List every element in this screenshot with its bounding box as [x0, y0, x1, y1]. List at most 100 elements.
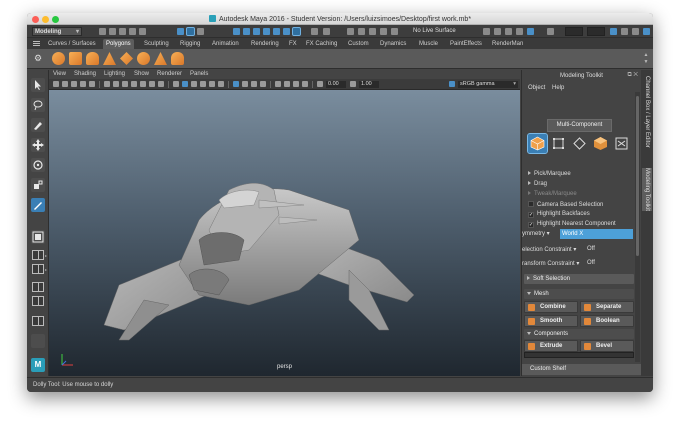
four-view-layout-button[interactable] — [32, 250, 44, 260]
exposure-field[interactable]: 0.00 — [326, 81, 346, 88]
scale-tool-button[interactable] — [31, 178, 45, 192]
edge-mode-button[interactable] — [570, 134, 589, 153]
highlight-selection-icon[interactable] — [323, 28, 330, 35]
poly-cylinder-icon[interactable] — [86, 52, 99, 65]
toolkit-horizontal-scrollbar[interactable] — [524, 352, 634, 358]
tab-curves-surfaces[interactable]: Curves / Surfaces — [45, 39, 99, 49]
two-d-pan-icon[interactable] — [80, 81, 86, 87]
layout-menu-arrow-2[interactable]: ▸ — [45, 267, 48, 272]
view-transform-select[interactable]: sRGB gamma — [458, 81, 518, 88]
transform-constraint-select[interactable]: Off — [587, 260, 595, 266]
resolution-gate-icon[interactable] — [122, 81, 128, 87]
multi-component-button[interactable]: Multi-Component — [547, 119, 612, 132]
render-view-icon[interactable] — [527, 28, 534, 35]
smooth-button[interactable]: Smooth — [524, 315, 578, 327]
tab-polygons[interactable]: Polygons — [103, 39, 134, 49]
single-perspective-layout-button[interactable] — [31, 230, 45, 244]
render-icon[interactable] — [483, 28, 490, 35]
film-gate-icon[interactable] — [113, 81, 119, 87]
vertex-mode-button[interactable] — [549, 134, 568, 153]
tab-dynamics[interactable]: Dynamics — [377, 39, 409, 49]
snap-point-icon[interactable] — [369, 28, 376, 35]
combine-button[interactable]: Combine — [524, 301, 578, 313]
exposure-icon[interactable] — [317, 81, 323, 87]
custom-layout-button[interactable] — [31, 334, 45, 348]
ipr-render-icon[interactable] — [494, 28, 501, 35]
menu-shading[interactable]: Shading — [74, 71, 96, 77]
xray-joints-icon[interactable] — [293, 81, 299, 87]
mask-icon-7[interactable] — [292, 27, 301, 36]
tab-painteffects[interactable]: PaintEffects — [447, 39, 485, 49]
select-object-icon[interactable] — [186, 27, 195, 36]
tab-fx[interactable]: FX — [286, 39, 300, 49]
snap-grid-icon[interactable] — [347, 28, 354, 35]
grease-pencil-icon[interactable] — [89, 81, 95, 87]
lasso-tool-button[interactable] — [31, 98, 45, 112]
uv-mode-button[interactable] — [612, 134, 631, 153]
color-management-icon[interactable] — [449, 81, 455, 87]
transform-y-field[interactable] — [587, 27, 605, 36]
outliner-layout-button[interactable] — [32, 316, 44, 326]
depth-of-field-icon[interactable] — [260, 81, 266, 87]
save-scene-icon[interactable] — [119, 28, 126, 35]
perspective-viewport[interactable]: persp — [49, 90, 520, 376]
mask-icon-3[interactable] — [253, 28, 260, 35]
tab-sculpting[interactable]: Sculpting — [141, 39, 172, 49]
highlight-nearest-checkbox[interactable]: ✓ Highlight Nearest Component — [528, 221, 616, 228]
tab-rendering[interactable]: Rendering — [248, 39, 282, 49]
bookmarks-icon[interactable] — [62, 81, 68, 87]
smooth-shade-icon[interactable] — [182, 81, 188, 87]
components-section[interactable]: Components — [524, 329, 634, 339]
selection-constraint-select[interactable]: Off — [587, 246, 595, 252]
persp-graph-layout-button[interactable] — [32, 282, 44, 292]
undo-icon[interactable] — [129, 28, 136, 35]
boolean-button[interactable]: Boolean — [580, 315, 634, 327]
tab-rigging[interactable]: Rigging — [177, 39, 203, 49]
poly-torus-icon[interactable] — [137, 52, 150, 65]
toolkit-menu-help[interactable]: Help — [552, 85, 564, 91]
poly-pyramid-icon[interactable] — [154, 52, 167, 65]
mask-icon-2[interactable] — [243, 28, 250, 35]
menu-set-selector[interactable]: Modeling — [32, 27, 82, 36]
wireframe-icon[interactable] — [173, 81, 179, 87]
open-scene-icon[interactable] — [109, 28, 116, 35]
safe-title-icon[interactable] — [158, 81, 164, 87]
redo-icon[interactable] — [139, 28, 146, 35]
paint-select-tool-button[interactable] — [31, 118, 45, 132]
safe-action-icon[interactable] — [149, 81, 155, 87]
extrude-button[interactable]: Extrude — [524, 340, 578, 352]
bevel-button[interactable]: Bevel — [580, 340, 634, 352]
shelf-menu-icon[interactable] — [33, 41, 40, 46]
xray-components-icon[interactable] — [302, 81, 308, 87]
shadows-icon[interactable] — [218, 81, 224, 87]
camera-based-selection-checkbox[interactable]: Camera Based Selection — [528, 201, 603, 208]
highlight-backfaces-checkbox[interactable]: ✓ Highlight Backfaces — [528, 211, 590, 218]
close-icon[interactable]: ⧉ ✕ — [627, 72, 638, 79]
shelf-scroll-arrows[interactable]: ▲ ▼ — [643, 52, 649, 66]
xray-icon[interactable] — [284, 81, 290, 87]
tab-channel-box-layer-editor[interactable]: Channel Box / Layer Editor — [642, 76, 652, 148]
select-tool-button[interactable] — [31, 78, 45, 92]
image-plane-icon[interactable] — [71, 81, 77, 87]
new-scene-icon[interactable] — [99, 28, 106, 35]
last-tool-button[interactable] — [31, 198, 45, 212]
lock-selection-icon[interactable] — [311, 28, 318, 35]
hypershade-icon[interactable] — [516, 28, 523, 35]
mask-icon-4[interactable] — [263, 28, 270, 35]
poly-plane-icon[interactable] — [120, 52, 133, 65]
field-chart-icon[interactable] — [140, 81, 146, 87]
toggle-tool-settings-icon[interactable] — [621, 28, 628, 35]
menu-panels[interactable]: Panels — [190, 71, 208, 77]
hypershade-layout-button[interactable] — [32, 296, 44, 306]
multisample-aa-icon[interactable] — [251, 81, 257, 87]
toolkit-scrollbar[interactable] — [635, 92, 640, 362]
mask-icon-5[interactable] — [273, 28, 280, 35]
toggle-attribute-editor-icon[interactable] — [610, 28, 617, 35]
gate-mask-icon[interactable] — [131, 81, 137, 87]
mask-icon-1[interactable] — [233, 28, 240, 35]
gamma-field[interactable]: 1.00 — [359, 81, 379, 88]
menu-show[interactable]: Show — [134, 71, 149, 77]
soft-selection-section[interactable]: Soft Selection — [524, 274, 634, 284]
face-mode-button[interactable] — [591, 134, 610, 153]
screen-space-ao-icon[interactable] — [233, 81, 239, 87]
